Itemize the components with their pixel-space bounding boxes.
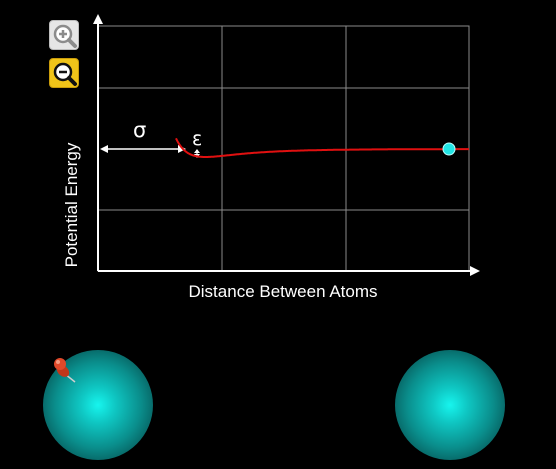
separation-marker[interactable] [442, 142, 456, 156]
sigma-label: σ [133, 118, 147, 142]
y-axis-label: Potential Energy [62, 142, 81, 268]
epsilon-label: ε [192, 128, 203, 150]
atom-right[interactable] [395, 350, 505, 460]
x-axis-label: Distance Between Atoms [188, 282, 378, 301]
x-axis-arrowhead [470, 266, 480, 276]
potential-curve [175, 137, 469, 158]
push-pin-icon[interactable] [50, 355, 80, 385]
potential-energy-plot [93, 14, 480, 276]
y-axis-arrowhead [93, 14, 103, 24]
sigma-arrow [100, 145, 186, 153]
axes [93, 14, 480, 276]
